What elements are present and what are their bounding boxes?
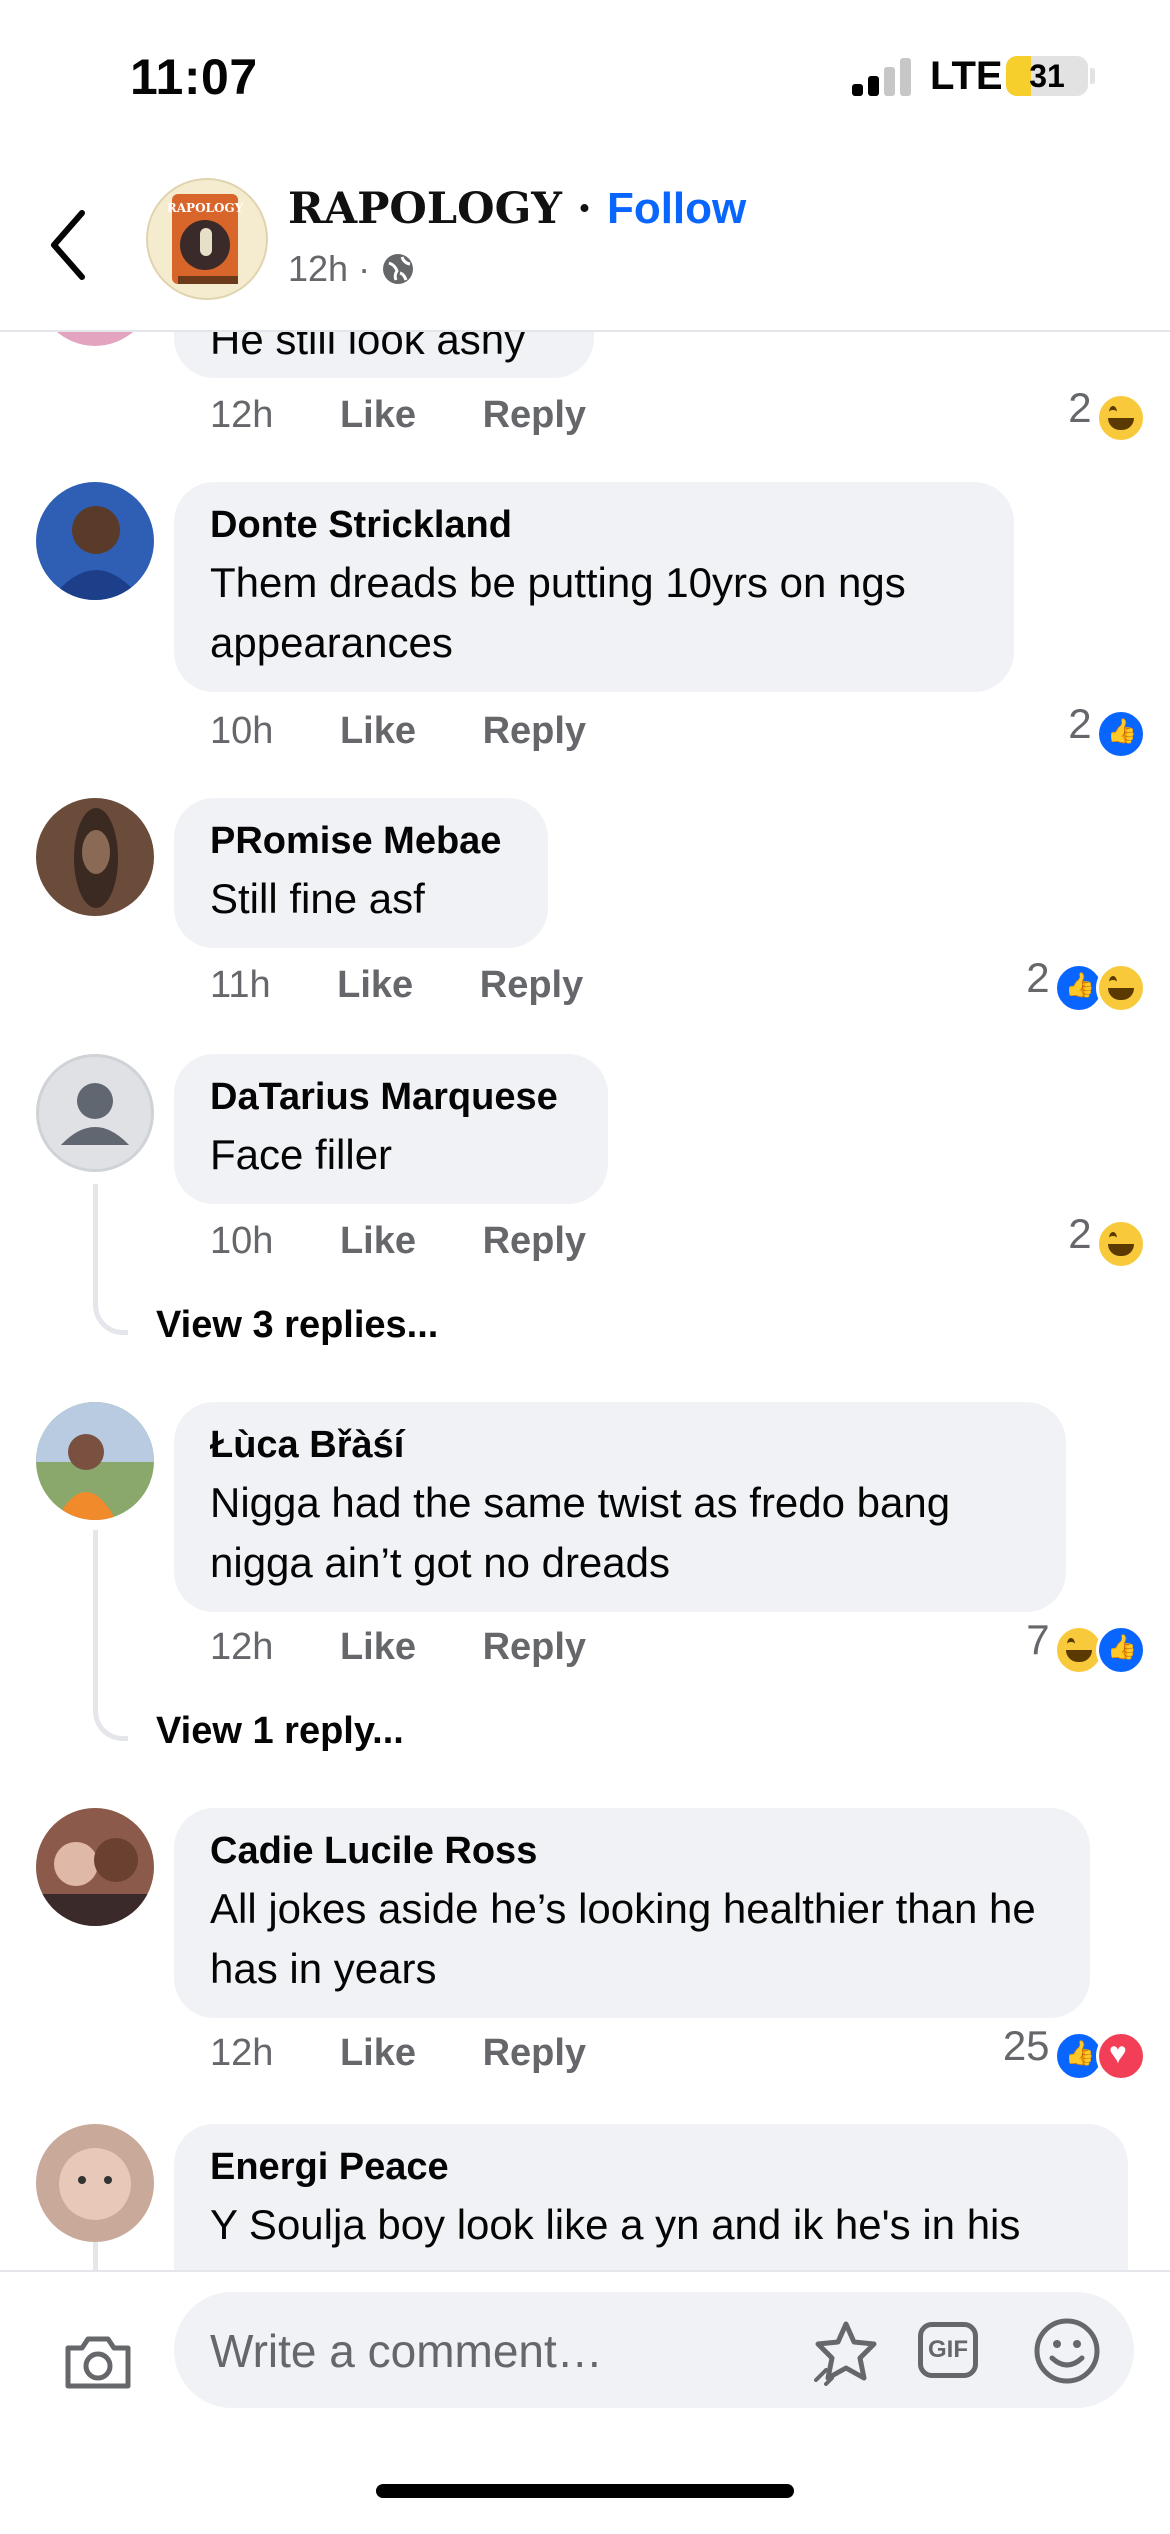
comment-placeholder: Write a comment… xyxy=(210,2325,603,2377)
avatar[interactable] xyxy=(36,482,154,600)
comment-actions: 11h Like Reply xyxy=(210,964,583,1007)
comment-text: Still fine asf xyxy=(210,875,425,922)
comment-author[interactable]: Energi Peace xyxy=(210,2146,1092,2189)
signal-icon xyxy=(852,58,914,96)
comment-text: Them dreads be putting 10yrs on ngs appe… xyxy=(210,559,906,666)
like-button[interactable]: Like xyxy=(337,964,413,1006)
like-button[interactable]: Like xyxy=(340,1626,416,1668)
comment-input[interactable]: Write a comment… GIF xyxy=(174,2292,1134,2408)
comment-text: Nigga had the same twist as fredo bang n… xyxy=(210,1479,951,1586)
reply-button[interactable]: Reply xyxy=(483,1220,586,1262)
like-reaction-icon xyxy=(1096,708,1146,759)
post-meta: 12h · xyxy=(288,248,416,290)
comment-time: 10h xyxy=(210,1220,274,1262)
reaction-summary[interactable]: 2 xyxy=(1068,700,1146,759)
like-reaction-icon xyxy=(1096,1624,1146,1675)
comment-text: Face filler xyxy=(210,1131,393,1178)
avatar[interactable] xyxy=(36,1054,154,1172)
comment-composer: Write a comment… GIF xyxy=(0,2270,1170,2534)
globe-icon xyxy=(383,254,414,284)
comment-author[interactable]: Łùca Břàśí xyxy=(210,1424,1030,1467)
title-separator: · xyxy=(576,184,592,234)
comment-time: 12h xyxy=(210,1626,274,1668)
avatar[interactable] xyxy=(36,1808,154,1926)
comment-time: 12h xyxy=(210,394,274,436)
reaction-summary[interactable]: 7 xyxy=(1026,1616,1146,1675)
status-time: 11:07 xyxy=(130,49,258,105)
comment-bubble[interactable]: Cadie Lucile Ross All jokes aside he’s l… xyxy=(174,1808,1090,2018)
follow-button[interactable]: Follow xyxy=(607,184,746,233)
reaction-count: 2 xyxy=(1068,1210,1092,1257)
home-indicator[interactable] xyxy=(376,2484,794,2498)
gif-icon[interactable]: GIF xyxy=(918,2322,978,2378)
battery-icon: 31 xyxy=(1006,56,1088,96)
reaction-summary[interactable]: 2 xyxy=(1026,954,1146,1013)
avatar[interactable] xyxy=(36,2124,154,2242)
logo-text: RAPOLOGY xyxy=(167,201,244,215)
like-button[interactable]: Like xyxy=(340,2032,416,2074)
back-icon[interactable] xyxy=(44,205,94,285)
comment-actions: 12h Like Reply xyxy=(210,1626,586,1669)
page-name[interactable]: RAPOLOGY xyxy=(288,184,562,234)
post-time: 12h xyxy=(288,248,349,289)
reaction-summary[interactable]: 2 xyxy=(1068,384,1146,443)
reaction-count: 2 xyxy=(1068,700,1092,747)
comment-author[interactable]: PRomise Mebae xyxy=(210,820,512,863)
page-title[interactable]: RAPOLOGY · Follow xyxy=(288,184,746,234)
comment-time: 10h xyxy=(210,710,274,752)
comment-actions: 12h Like Reply xyxy=(210,2032,586,2075)
reaction-summary[interactable]: 2 xyxy=(1068,1210,1146,1269)
post-header: RAPOLOGY RAPOLOGY · Follow 12h · xyxy=(0,160,1170,332)
love-reaction-icon xyxy=(1096,2030,1146,2081)
comment-author[interactable]: Donte Strickland xyxy=(210,504,978,547)
reply-button[interactable]: Reply xyxy=(483,2032,586,2074)
comment-time: 12h xyxy=(210,2032,274,2074)
reply-button[interactable]: Reply xyxy=(483,1626,586,1668)
battery-tip xyxy=(1090,68,1095,84)
reaction-summary[interactable]: 25 xyxy=(1003,2022,1146,2081)
reply-button[interactable]: Reply xyxy=(483,394,586,436)
view-replies-link[interactable]: View 3 replies... xyxy=(156,1304,438,1347)
reply-button[interactable]: Reply xyxy=(483,710,586,752)
meta-dot: · xyxy=(358,248,371,289)
avatar-sticker-icon[interactable] xyxy=(812,2318,888,2388)
comment-bubble[interactable]: Łùca Břàśí Nigga had the same twist as f… xyxy=(174,1402,1066,1612)
emoji-icon[interactable] xyxy=(1032,2316,1102,2386)
reaction-count: 7 xyxy=(1026,1616,1050,1663)
thread-line xyxy=(93,1184,128,1335)
comment-text: All jokes aside he’s looking healthier t… xyxy=(210,1885,1036,1992)
comment-text: Y Soulja boy look like a yn and ik he's … xyxy=(210,2201,1021,2248)
reaction-count: 2 xyxy=(1026,954,1050,1001)
comment-bubble[interactable]: DaTarius Marquese Face filler xyxy=(174,1054,608,1204)
comment-actions: 10h Like Reply xyxy=(210,1220,586,1263)
comment-actions: 12h Like Reply xyxy=(210,394,586,437)
camera-icon[interactable] xyxy=(62,2332,134,2392)
avatar[interactable] xyxy=(36,1402,154,1520)
reply-button[interactable]: Reply xyxy=(480,964,583,1006)
thread-line xyxy=(93,1530,128,1741)
comment-bubble[interactable]: Donte Strickland Them dreads be putting … xyxy=(174,482,1014,692)
comment-actions: 10h Like Reply xyxy=(210,710,586,753)
page-avatar[interactable]: RAPOLOGY xyxy=(146,178,268,300)
like-button[interactable]: Like xyxy=(340,1220,416,1262)
reaction-count: 25 xyxy=(1002,2022,1050,2069)
battery-level: 31 xyxy=(1029,58,1065,94)
avatar[interactable] xyxy=(36,798,154,916)
like-button[interactable]: Like xyxy=(340,394,416,436)
network-label: LTE xyxy=(930,54,1003,98)
reaction-count: 2 xyxy=(1068,384,1092,431)
like-button[interactable]: Like xyxy=(340,710,416,752)
haha-reaction-icon xyxy=(1096,1218,1146,1269)
haha-reaction-icon xyxy=(1096,392,1146,443)
comment-bubble[interactable]: PRomise Mebae Still fine asf xyxy=(174,798,548,948)
comment-author[interactable]: DaTarius Marquese xyxy=(210,1076,572,1119)
comment-author[interactable]: Cadie Lucile Ross xyxy=(210,1830,1054,1873)
view-replies-link[interactable]: View 1 reply... xyxy=(156,1710,404,1753)
comment-time: 11h xyxy=(210,964,271,1006)
haha-reaction-icon xyxy=(1096,962,1146,1013)
